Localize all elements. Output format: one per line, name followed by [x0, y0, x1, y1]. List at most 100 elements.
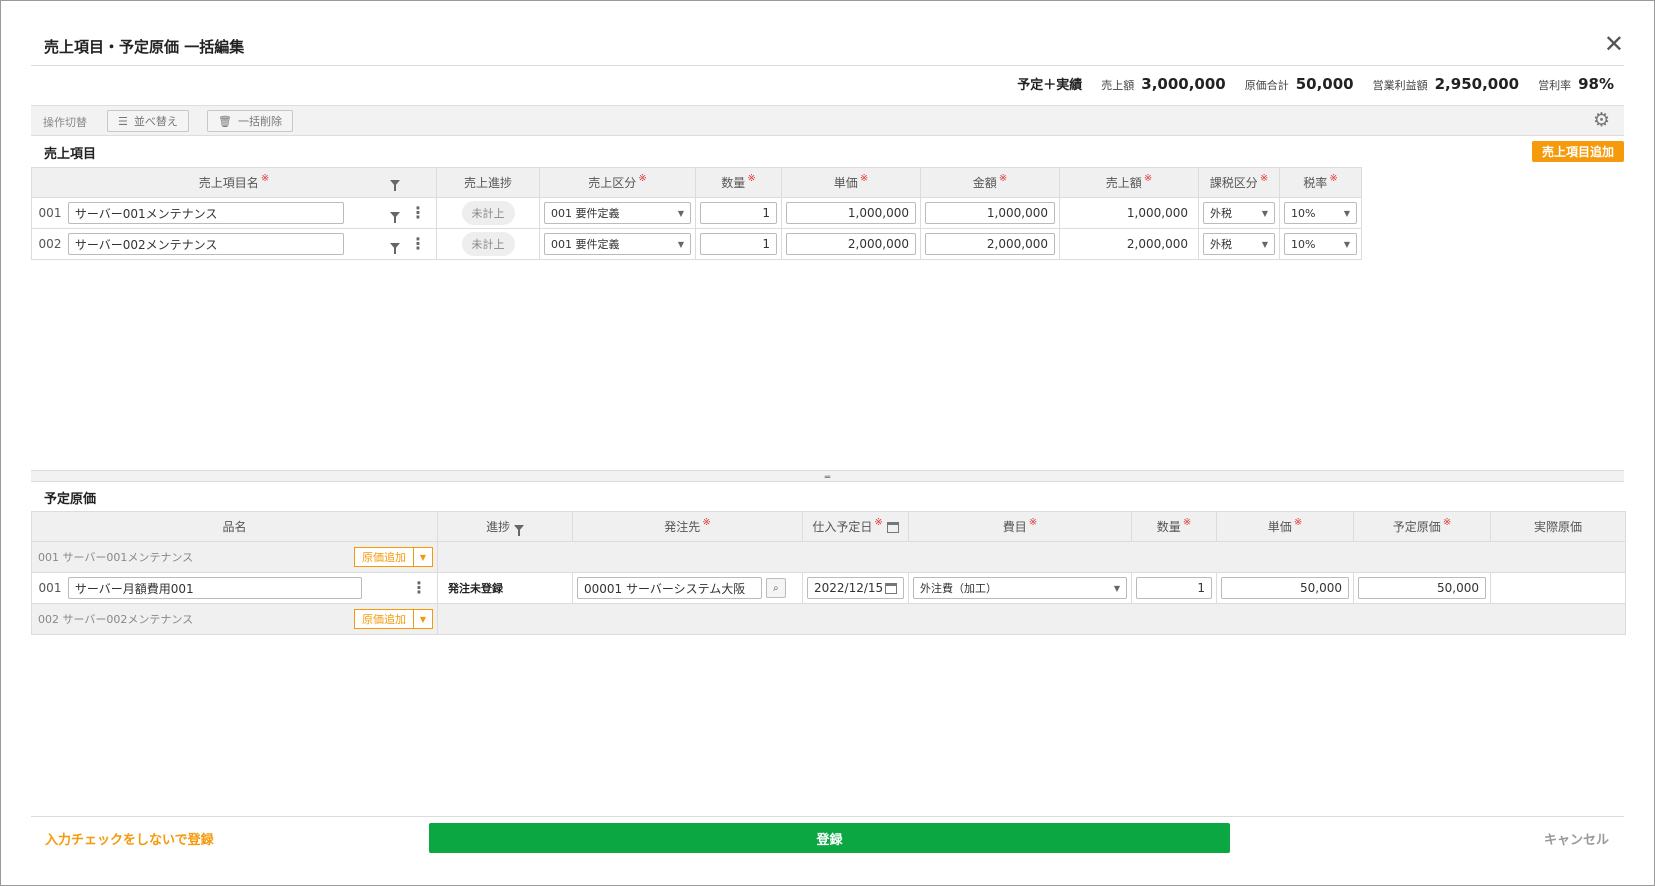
item-name-input[interactable]: サーバー月額費用001: [67, 577, 362, 599]
table-row: 001 サーバー001メンテナンス ⋮ 未計上 001 要件定義 ▼ 1 1,00…: [31, 197, 1362, 229]
cost-table: 品名 進捗 発注先 ※ 仕入予定日 ※ 費目 ※ 数量 ※ 単価 ※ 予定原価 ※ 実際原価…: [31, 511, 1626, 635]
sales-total-value: 3,000,000: [1141, 75, 1226, 93]
sales-amount-value: 1,000,000: [1059, 197, 1199, 229]
add-cost-button[interactable]: 原価追加 ▼: [354, 547, 433, 567]
chevron-down-icon: ▼: [1261, 208, 1268, 218]
cost-qty-input[interactable]: 1: [1136, 577, 1212, 599]
add-cost-button[interactable]: 原価追加 ▼: [354, 609, 433, 629]
chevron-down-icon: ▼: [419, 614, 427, 624]
col-tax-rate: 税率 ※: [1279, 167, 1362, 198]
close-icon[interactable]: ✕: [1604, 32, 1624, 56]
tax-type-select[interactable]: 外税 ▼: [1203, 202, 1275, 224]
more-vert-icon[interactable]: ⋮: [411, 578, 427, 597]
col-vendor: 発注先 ※: [572, 511, 803, 542]
gear-icon[interactable]: ⚙: [1593, 111, 1610, 130]
col-sales-amount: 売上額 ※: [1059, 167, 1199, 198]
group-label: 001 サーバー001メンテナンス: [38, 551, 194, 564]
summary-bar: 予定＋実績 売上額 3,000,000 原価合計 50,000 営業利益額 2,…: [1017, 74, 1614, 96]
cost-group-row: 002 サーバー002メンテナンス 原価追加 ▼: [31, 603, 1626, 635]
cost-total-value: 50,000: [1295, 75, 1354, 93]
col-sales-category: 売上区分 ※: [539, 167, 696, 198]
date-input[interactable]: 2022/12/15: [807, 577, 904, 599]
cost-header-row: 品名 進捗 発注先 ※ 仕入予定日 ※ 費目 ※ 数量 ※ 単価 ※ 予定原価 ※ 実際原価: [31, 511, 1626, 542]
actual-cost-value: [1490, 572, 1626, 604]
calendar-icon: [886, 522, 899, 533]
chevron-down-icon: ▼: [677, 239, 684, 249]
filter-icon[interactable]: [390, 212, 400, 223]
filter-icon[interactable]: [390, 243, 400, 254]
add-sales-item-button[interactable]: 売上項目追加: [1531, 141, 1624, 162]
sales-table: 売上項目名 ※ 売上進捗 売上区分 ※ 数量 ※ 単価 ※ 金額 ※ 売上額 ※ 課税区分 ※…: [31, 167, 1362, 260]
footer-divider: [31, 816, 1624, 817]
expense-select[interactable]: 外注費（加工） ▼: [913, 577, 1127, 599]
col-cost-unit-price: 単価 ※: [1216, 511, 1354, 542]
dialog-header: 売上項目・予定原価 一括編集 ✕: [31, 1, 1624, 66]
unit-price-input[interactable]: 1,000,000: [786, 202, 916, 224]
progress-badge: 未計上: [461, 201, 515, 225]
sales-name-input[interactable]: サーバー001メンテナンス: [67, 202, 344, 224]
pane-resize-handle[interactable]: ═: [31, 470, 1624, 483]
dialog-title: 売上項目・予定原価 一括編集: [44, 38, 245, 56]
profit-rate-value: 98%: [1578, 75, 1614, 93]
tax-type-select[interactable]: 外税 ▼: [1203, 233, 1275, 255]
planned-cost-input[interactable]: 50,000: [1358, 577, 1486, 599]
toolbar: 操作切替 ☰ 並べ替え 🗑 一括削除 ⚙: [31, 105, 1624, 136]
qty-input[interactable]: 1: [700, 202, 777, 224]
cost-unit-price-input[interactable]: 50,000: [1221, 577, 1349, 599]
chevron-down-icon: ▼: [1113, 583, 1120, 593]
sales-section-title: 売上項目: [44, 147, 97, 162]
vendor-input[interactable]: 00001 サーバーシステム大阪: [577, 577, 762, 599]
sales-header-row: 売上項目名 ※ 売上進捗 売上区分 ※ 数量 ※ 単価 ※ 金額 ※ 売上額 ※ 課税区分 ※…: [31, 167, 1362, 198]
group-label: 002 サーバー002メンテナンス: [38, 613, 194, 626]
amount-input[interactable]: 1,000,000: [925, 202, 1055, 224]
sales-category-select[interactable]: 001 要件定義 ▼: [544, 233, 691, 255]
cost-group-row: 001 サーバー001メンテナンス 原価追加 ▼: [31, 541, 1626, 573]
chevron-down-icon: ▼: [677, 208, 684, 218]
col-unit-price: 単価 ※: [781, 167, 921, 198]
table-row: 001 サーバー月額費用001 ⋮ 発注未登録 00001 サーバーシステム大阪…: [31, 572, 1626, 604]
tax-rate-select[interactable]: 10% ▼: [1284, 233, 1357, 255]
trash-icon: 🗑: [218, 114, 232, 128]
more-vert-icon[interactable]: ⋮: [410, 234, 426, 253]
col-cost-progress: 進捗: [437, 511, 573, 542]
col-sales-name: 売上項目名 ※: [31, 167, 437, 198]
row-number: 002: [38, 236, 62, 251]
more-vert-icon[interactable]: ⋮: [410, 203, 426, 222]
sort-icon: ☰: [118, 114, 128, 128]
col-item-name: 品名: [31, 511, 438, 542]
col-qty: 数量 ※: [695, 167, 782, 198]
tax-rate-select[interactable]: 10% ▼: [1284, 202, 1357, 224]
bulk-edit-dialog: 売上項目・予定原価 一括編集 ✕ 予定＋実績 売上額 3,000,000 原価合…: [0, 0, 1655, 886]
cost-total-label: 原価合計: [1244, 79, 1289, 92]
search-icon[interactable]: ⌕: [765, 578, 786, 598]
sales-name-input[interactable]: サーバー002メンテナンス: [67, 233, 344, 255]
filter-icon[interactable]: [390, 180, 400, 191]
filter-icon[interactable]: [513, 524, 524, 536]
amount-input[interactable]: 2,000,000: [925, 233, 1055, 255]
sort-button[interactable]: ☰ 並べ替え: [107, 110, 189, 132]
sort-label: 並べ替え: [133, 115, 178, 128]
chevron-down-icon: ▼: [419, 552, 427, 562]
chevron-down-icon: ▼: [1261, 239, 1268, 249]
mode-switch-label: 操作切替: [43, 116, 87, 129]
col-expense: 費目 ※: [908, 511, 1132, 542]
col-sales-progress: 売上進捗: [436, 167, 540, 198]
summary-mode: 予定＋実績: [1017, 78, 1083, 93]
sales-category-select[interactable]: 001 要件定義 ▼: [544, 202, 691, 224]
sales-amount-value: 2,000,000: [1059, 228, 1199, 260]
col-tax-type: 課税区分 ※: [1198, 167, 1280, 198]
bulk-delete-button[interactable]: 🗑 一括削除: [207, 110, 293, 132]
col-planned-cost: 予定原価 ※: [1353, 511, 1491, 542]
table-row: 002 サーバー002メンテナンス ⋮ 未計上 001 要件定義 ▼ 1 2,00…: [31, 228, 1362, 260]
cancel-button[interactable]: キャンセル: [1544, 829, 1609, 848]
unit-price-input[interactable]: 2,000,000: [786, 233, 916, 255]
register-without-check-link[interactable]: 入力チェックをしないで登録: [45, 829, 214, 848]
register-button[interactable]: 登録: [429, 823, 1230, 853]
profit-value: 2,950,000: [1434, 75, 1520, 93]
col-purchase-date: 仕入予定日 ※: [802, 511, 909, 542]
chevron-down-icon: ▼: [1343, 239, 1350, 249]
drag-handle-icon: ═: [824, 473, 831, 483]
order-status: 発注未登録: [448, 582, 503, 595]
row-number: 001: [38, 580, 62, 595]
qty-input[interactable]: 1: [700, 233, 777, 255]
